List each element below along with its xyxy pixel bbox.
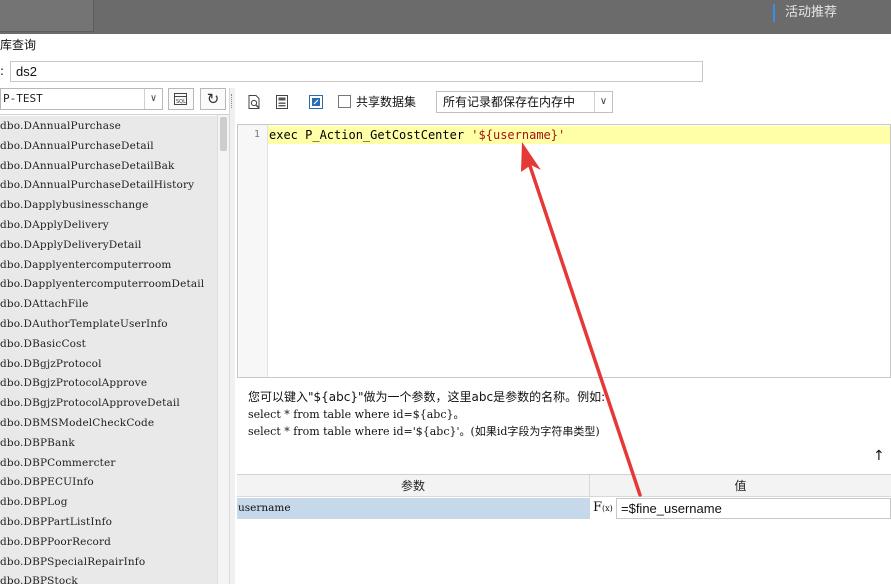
connection-select[interactable]: P-TEST ∨	[0, 88, 163, 110]
splitter-grip-icon[interactable]	[231, 94, 234, 108]
panel-splitter[interactable]	[229, 88, 235, 584]
list-item[interactable]: dbo.DApplyDeliveryDetail	[0, 235, 217, 255]
chevron-down-icon[interactable]: ∨	[594, 92, 612, 112]
table-list-items: dbo.DAnnualPurchase dbo.DAnnualPurchaseDe…	[0, 116, 217, 584]
scroll-up-arrow-icon[interactable]: ↑	[873, 448, 885, 464]
list-item[interactable]: dbo.DAnnualPurchase	[0, 116, 217, 136]
table-row[interactable]: username F(x) =$fine_username	[237, 498, 891, 519]
preview-doc-icon	[248, 95, 260, 109]
hint-line-3: select * from table where id='${abc}'。(如…	[248, 425, 600, 438]
parameter-icon	[309, 95, 323, 109]
hint-line-1: 您可以键入"${abc}"做为一个参数，这里abc是参数的名称。例如:	[248, 390, 606, 404]
chevron-down-icon[interactable]: ∨	[144, 89, 162, 109]
sql-preview-button[interactable]: SQL	[168, 88, 194, 110]
list-item[interactable]: dbo.DApplyDelivery	[0, 215, 217, 235]
param-name-cell[interactable]: username	[237, 498, 590, 519]
list-item[interactable]: dbo.DAnnualPurchaseDetailHistory	[0, 175, 217, 195]
list-item[interactable]: dbo.DapplyentercomputerroomDetail	[0, 274, 217, 294]
scrollbar-thumb[interactable]	[220, 117, 227, 151]
list-item[interactable]: dbo.DBgjzProtocolApproveDetail	[0, 393, 217, 413]
list-item[interactable]: dbo.Dapplyentercomputerroom	[0, 255, 217, 275]
top-bar: 活动推荐	[0, 0, 891, 34]
activity-recommend-link[interactable]: 活动推荐	[773, 4, 837, 22]
header-param: 参数	[237, 475, 590, 497]
database-icon	[276, 95, 288, 109]
sql-editor[interactable]: 1 exec P_Action_GetCostCenter '${usernam…	[237, 124, 891, 378]
list-item[interactable]: dbo.DAnnualPurchaseDetail	[0, 136, 217, 156]
save-db-button[interactable]	[272, 92, 292, 112]
list-item[interactable]: dbo.DBMSModelCheckCode	[0, 413, 217, 433]
sql-line[interactable]: exec P_Action_GetCostCenter '${username}…	[268, 126, 890, 144]
parameter-hint: 您可以键入"${abc}"做为一个参数，这里abc是参数的名称。例如: sele…	[248, 389, 605, 440]
list-item[interactable]: dbo.DBPBank	[0, 433, 217, 453]
sql-parameter-string: '${username}'	[471, 128, 566, 142]
memory-mode-select[interactable]: 所有记录都保存在内存中 ∨	[436, 91, 613, 113]
list-item[interactable]: dbo.DBPCommercter	[0, 453, 217, 473]
sql-icon: SQL	[174, 93, 187, 105]
svg-text:SQL: SQL	[176, 99, 186, 105]
list-item[interactable]: dbo.DBPECUInfo	[0, 472, 217, 492]
list-item[interactable]: dbo.DAttachFile	[0, 294, 217, 314]
parameter-table: 参数 值 username F(x) =$fine_username	[237, 474, 891, 584]
top-left-tab[interactable]	[0, 0, 94, 32]
list-item[interactable]: dbo.DBPSpecialRepairInfo	[0, 552, 217, 572]
preview-button[interactable]	[244, 92, 264, 112]
list-item[interactable]: dbo.Dapplybusinesschange	[0, 195, 217, 215]
connection-select-value: P-TEST	[3, 92, 43, 105]
sql-code: exec P_Action_GetCostCenter	[269, 128, 472, 142]
list-item[interactable]: dbo.DBasicCost	[0, 334, 217, 354]
table-list-scrollbar[interactable]	[217, 115, 229, 584]
refresh-button[interactable]: ↻	[200, 88, 226, 110]
parameter-table-header: 参数 值	[237, 475, 891, 497]
list-item[interactable]: dbo.DAuthorTemplateUserInfo	[0, 314, 217, 334]
list-item[interactable]: dbo.DBPStock	[0, 571, 217, 584]
refresh-icon: ↻	[206, 90, 220, 108]
header-value: 值	[734, 479, 747, 493]
table-list[interactable]: dbo.DAnnualPurchase dbo.DAnnualPurchaseDe…	[0, 114, 229, 584]
line-number: 1	[253, 129, 260, 140]
list-item[interactable]: dbo.DBgjzProtocolApprove	[0, 373, 217, 393]
hint-line-2: select * from table where id=${abc}。	[248, 408, 465, 421]
dataset-name-input[interactable]: ds2	[10, 61, 703, 82]
param-button[interactable]	[306, 92, 326, 112]
share-dataset-checkbox[interactable]	[338, 95, 351, 108]
list-item[interactable]: dbo.DBPLog	[0, 492, 217, 512]
list-item[interactable]: dbo.DBgjzProtocol	[0, 354, 217, 374]
memory-mode-value: 所有记录都保存在内存中	[443, 95, 576, 109]
formula-fx-icon[interactable]: F(x)	[593, 498, 615, 519]
list-item[interactable]: dbo.DBPPoorRecord	[0, 532, 217, 552]
list-item[interactable]: dbo.DBPPartListInfo	[0, 512, 217, 532]
share-dataset-label: 共享数据集	[356, 95, 417, 109]
dialog-title: 库查询	[0, 38, 37, 52]
list-item[interactable]: dbo.DAnnualPurchaseDetailBak	[0, 156, 217, 176]
editor-gutter: 1	[238, 125, 268, 377]
dataset-name-label: :	[0, 64, 5, 78]
param-value-input[interactable]: =$fine_username	[616, 498, 891, 519]
